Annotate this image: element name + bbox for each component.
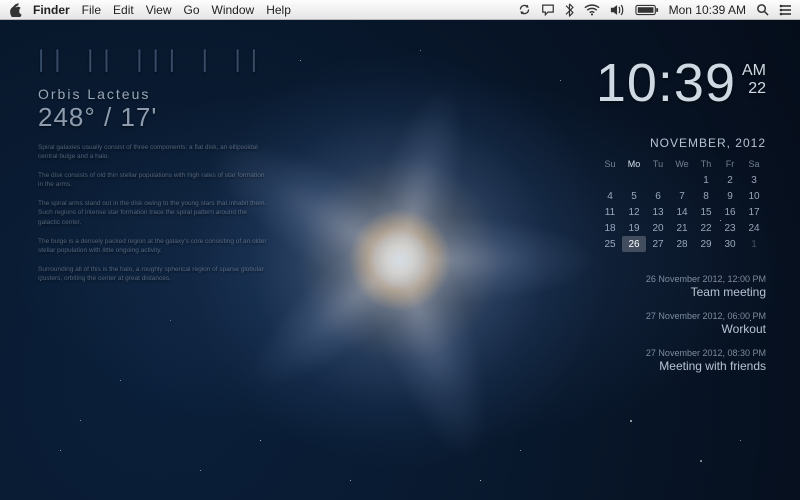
calendar-day: 24	[742, 220, 766, 236]
calendar-day: 3	[742, 172, 766, 188]
calendar-grid: SuMoTuWeThFrSa 1234567891011121314151617…	[598, 156, 766, 252]
calendar-day: 12	[622, 204, 646, 220]
menu-view[interactable]: View	[146, 3, 172, 17]
event-item: 27 November 2012, 08:30 PMMeeting with f…	[536, 348, 766, 373]
menu-help[interactable]: Help	[266, 3, 291, 17]
calendar-day: 22	[694, 220, 718, 236]
calendar-weekday: Sa	[742, 156, 766, 172]
menubar-clock[interactable]: Mon 10:39 AM	[669, 3, 746, 17]
calendar-day: 7	[670, 188, 694, 204]
calendar-day: 8	[694, 188, 718, 204]
calendar-day: 6	[646, 188, 670, 204]
menu-window[interactable]: Window	[212, 3, 255, 17]
calendar-day: 16	[718, 204, 742, 220]
info-title: Orbis Lacteus	[38, 86, 268, 102]
calendar-day: 29	[694, 236, 718, 252]
calendar-weekday: We	[670, 156, 694, 172]
calendar-weekday: Th	[694, 156, 718, 172]
notification-center-icon[interactable]	[779, 4, 792, 16]
calendar-day: 19	[622, 220, 646, 236]
calendar-day: 30	[718, 236, 742, 252]
clock-ampm: AM	[742, 62, 766, 80]
calendar-day	[622, 172, 646, 188]
info-paragraph: Spiral galaxies usually consist of three…	[38, 143, 268, 161]
event-when: 27 November 2012, 08:30 PM	[536, 348, 766, 358]
app-name[interactable]: Finder	[33, 3, 70, 17]
calendar-weekday: Su	[598, 156, 622, 172]
calendar-day: 2	[718, 172, 742, 188]
info-glyph-row: || || ||| | ||	[38, 46, 268, 76]
calendar-day: 9	[718, 188, 742, 204]
calendar-day: 13	[646, 204, 670, 220]
calendar-day: 11	[598, 204, 622, 220]
calendar-day	[670, 172, 694, 188]
calendar-day: 14	[670, 204, 694, 220]
bluetooth-icon[interactable]	[565, 3, 574, 17]
calendar-weekday: Tu	[646, 156, 670, 172]
apple-menu[interactable]	[10, 3, 23, 17]
battery-icon[interactable]	[635, 4, 659, 16]
info-paragraph: Surrounding all of this is the halo, a r…	[38, 265, 268, 283]
calendar-day: 15	[694, 204, 718, 220]
calendar-day: 17	[742, 204, 766, 220]
event-item: 26 November 2012, 12:00 PMTeam meeting	[536, 274, 766, 299]
clock-seconds: 22	[742, 80, 766, 98]
info-paragraph: The bulge is a densely packed region at …	[38, 237, 268, 255]
calendar-day	[646, 172, 670, 188]
event-when: 27 November 2012, 06:00 PM	[536, 311, 766, 321]
calendar-day: 27	[646, 236, 670, 252]
calendar-day: 1	[742, 236, 766, 252]
calendar-day: 26	[622, 236, 646, 252]
calendar-day: 25	[598, 236, 622, 252]
wifi-icon[interactable]	[584, 4, 600, 16]
event-when: 26 November 2012, 12:00 PM	[536, 274, 766, 284]
clock-time: 10:39	[596, 56, 736, 110]
calendar-day: 18	[598, 220, 622, 236]
event-item: 27 November 2012, 06:00 PMWorkout	[536, 311, 766, 336]
calendar-day: 28	[670, 236, 694, 252]
menu-go[interactable]: Go	[184, 3, 200, 17]
info-coordinates: 248° / 17'	[38, 102, 268, 133]
info-paragraph: The disk consists of old thin stellar po…	[38, 171, 268, 189]
volume-icon[interactable]	[610, 4, 625, 16]
spotlight-icon[interactable]	[756, 3, 769, 16]
desktop[interactable]: || || ||| | || Orbis Lacteus 248° / 17' …	[0, 20, 800, 500]
calendar-day: 5	[622, 188, 646, 204]
calendar-widget: NOVEMBER, 2012 SuMoTuWeThFrSa 1234567891…	[536, 136, 766, 252]
calendar-day	[598, 172, 622, 188]
clock-widget: 10:39 AM 22	[536, 56, 766, 110]
calendar-day: 10	[742, 188, 766, 204]
info-paragraph: The spiral arms stand out in the disk ow…	[38, 199, 268, 226]
calendar-month: NOVEMBER, 2012	[536, 136, 766, 150]
menu-edit[interactable]: Edit	[113, 3, 134, 17]
sync-icon[interactable]	[518, 3, 531, 16]
calendar-weekday: Mo	[622, 156, 646, 172]
calendar-day: 1	[694, 172, 718, 188]
events-widget: 26 November 2012, 12:00 PMTeam meeting 27…	[536, 274, 766, 373]
calendar-day: 4	[598, 188, 622, 204]
calendar-day: 23	[718, 220, 742, 236]
menubar: Finder File Edit View Go Window Help Mon 10:3…	[0, 0, 800, 20]
calendar-weekday: Fr	[718, 156, 742, 172]
calendar-day: 21	[670, 220, 694, 236]
chat-icon[interactable]	[541, 3, 555, 16]
event-title: Team meeting	[536, 285, 766, 299]
calendar-day: 20	[646, 220, 670, 236]
menu-file[interactable]: File	[82, 3, 101, 17]
event-title: Workout	[536, 322, 766, 336]
event-title: Meeting with friends	[536, 359, 766, 373]
wallpaper-galaxy	[220, 80, 580, 440]
info-widget: || || ||| | || Orbis Lacteus 248° / 17' …	[38, 46, 268, 283]
